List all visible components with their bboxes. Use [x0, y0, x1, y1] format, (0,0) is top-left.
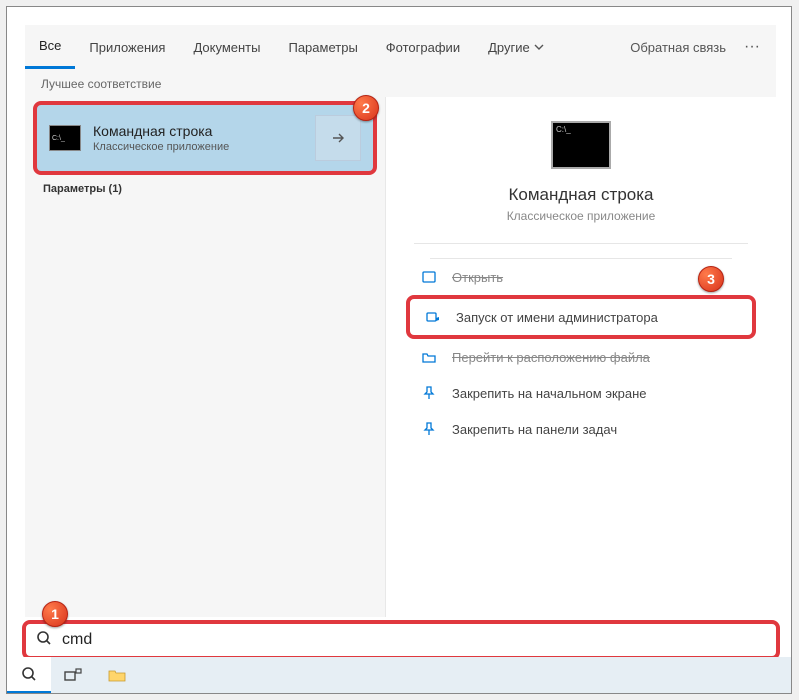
details-pane: C:\_ Командная строка Классическое прило…	[385, 97, 776, 617]
action-run-as-admin-label: Запуск от имени администратора	[456, 310, 658, 325]
annotation-badge-1: 1	[42, 601, 68, 627]
search-results-panel: Все Приложения Документы Параметры Фотог…	[25, 25, 776, 617]
best-match-header: Лучшее соответствие	[25, 69, 776, 97]
search-icon	[36, 630, 52, 651]
action-pin-taskbar[interactable]: Закрепить на панели задач	[406, 411, 756, 447]
arrow-right-icon	[330, 130, 346, 146]
folder-icon	[420, 348, 438, 366]
tab-all[interactable]: Все	[25, 25, 75, 69]
action-pin-taskbar-label: Закрепить на панели задач	[452, 422, 617, 437]
divider	[414, 243, 748, 244]
pin-start-icon	[420, 384, 438, 402]
tab-more-label: Другие	[488, 40, 530, 55]
action-open-location[interactable]: Перейти к расположению файла	[406, 339, 756, 375]
taskview-icon	[64, 668, 82, 682]
best-match-title: Командная строка	[93, 123, 315, 139]
details-subtitle: Классическое приложение	[386, 209, 776, 223]
action-run-as-admin[interactable]: Запуск от имени администратора	[406, 295, 756, 339]
settings-group-header: Параметры (1)	[25, 179, 385, 195]
details-title: Командная строка	[386, 185, 776, 205]
taskbar-search-button[interactable]	[7, 657, 51, 693]
taskbar-explorer-button[interactable]	[95, 657, 139, 693]
tab-settings[interactable]: Параметры	[274, 25, 371, 69]
expand-arrow-button[interactable]	[315, 115, 361, 161]
best-match-subtitle: Классическое приложение	[93, 141, 315, 153]
pin-taskbar-icon	[420, 420, 438, 438]
search-box-container	[22, 620, 780, 660]
open-icon	[420, 268, 438, 286]
search-icon	[21, 666, 37, 682]
tab-photos[interactable]: Фотографии	[372, 25, 474, 69]
tab-documents[interactable]: Документы	[179, 25, 274, 69]
annotation-badge-3: 3	[698, 266, 724, 292]
chevron-down-icon	[534, 42, 544, 52]
cmd-icon: C:\_	[49, 125, 81, 151]
best-match-item[interactable]: C:\_ Командная строка Классическое прило…	[33, 101, 377, 175]
tab-apps[interactable]: Приложения	[75, 25, 179, 69]
taskbar-taskview-button[interactable]	[51, 657, 95, 693]
feedback-link[interactable]: Обратная связь	[630, 40, 726, 55]
action-pin-start-label: Закрепить на начальном экране	[452, 386, 647, 401]
annotation-badge-2: 2	[353, 95, 379, 121]
admin-icon	[424, 308, 442, 326]
results-left-column: C:\_ Командная строка Классическое прило…	[25, 97, 385, 617]
filter-tabs-row: Все Приложения Документы Параметры Фотог…	[25, 25, 776, 69]
search-input[interactable]	[62, 631, 766, 649]
folder-icon	[108, 668, 126, 682]
taskbar	[7, 657, 791, 693]
action-open-location-label: Перейти к расположению файла	[452, 350, 650, 365]
action-open-label: Открыть	[452, 270, 503, 285]
more-options-button[interactable]: ···	[736, 38, 768, 56]
tab-more[interactable]: Другие	[474, 25, 558, 69]
cmd-large-icon: C:\_	[551, 121, 611, 169]
action-pin-start[interactable]: Закрепить на начальном экране	[406, 375, 756, 411]
best-match-texts: Командная строка Классическое приложение	[93, 123, 315, 153]
